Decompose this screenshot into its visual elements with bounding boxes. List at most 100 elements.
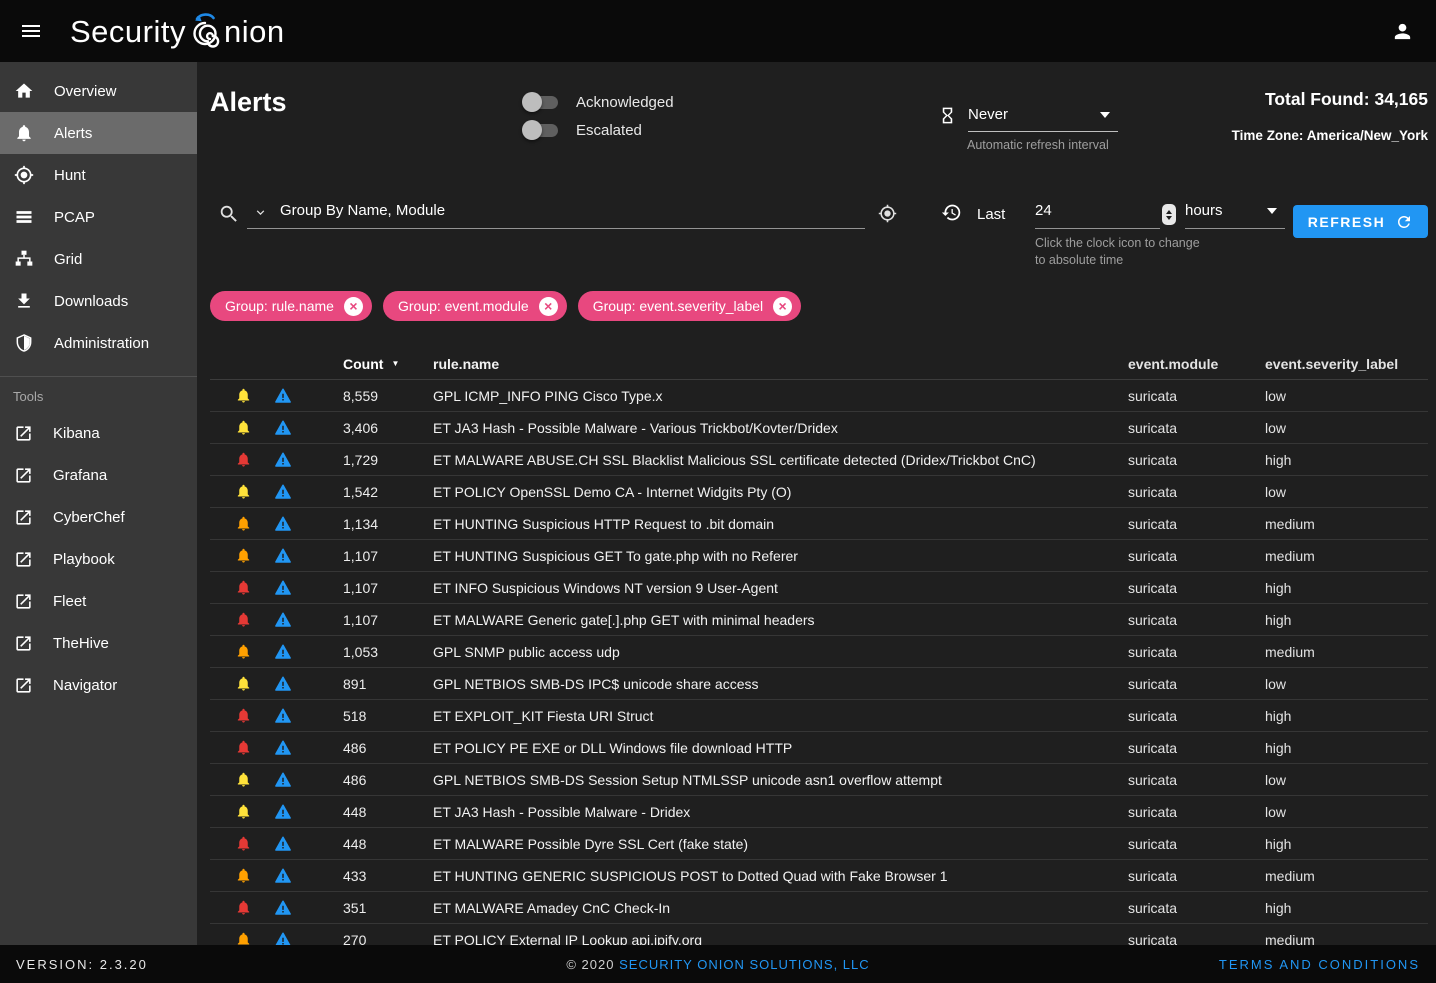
acknowledge-bell-icon[interactable]: [226, 899, 260, 916]
escalated-toggle[interactable]: [525, 124, 558, 137]
table-row[interactable]: 1,542 ET POLICY OpenSSL Demo CA - Intern…: [210, 476, 1428, 508]
table-row[interactable]: 1,134 ET HUNTING Suspicious HTTP Request…: [210, 508, 1428, 540]
column-header-count[interactable]: Count▼: [343, 356, 433, 372]
table-row[interactable]: 486 GPL NETBIOS SMB-DS Session Setup NTM…: [210, 764, 1428, 796]
time-units-select[interactable]: hours: [1185, 193, 1285, 229]
event-module-cell: suricata: [1128, 836, 1265, 852]
query-input[interactable]: [280, 202, 865, 219]
sidebar-item-administration[interactable]: Administration: [0, 322, 197, 364]
acknowledge-bell-icon[interactable]: [226, 451, 260, 468]
chip-close-icon[interactable]: ×: [539, 297, 558, 316]
history-clock-icon[interactable]: [941, 202, 962, 223]
acknowledge-bell-icon[interactable]: [226, 643, 260, 660]
alert-drilldown-triangle-icon[interactable]: [266, 451, 300, 469]
acknowledge-bell-icon[interactable]: [226, 739, 260, 756]
acknowledge-bell-icon[interactable]: [226, 771, 260, 788]
sidebar-tool-item[interactable]: Navigator: [0, 664, 197, 706]
acknowledge-bell-icon[interactable]: [226, 547, 260, 564]
table-row[interactable]: 1,107 ET MALWARE Generic gate[.].php GET…: [210, 604, 1428, 636]
table-row[interactable]: 270 ET POLICY External IP Lookup api.ipi…: [210, 924, 1428, 945]
alert-drilldown-triangle-icon[interactable]: [266, 579, 300, 597]
sidebar-item-overview[interactable]: Overview: [0, 70, 197, 112]
clock-stepper-icon[interactable]: [1162, 204, 1176, 225]
table-row[interactable]: 486 ET POLICY PE EXE or DLL Windows file…: [210, 732, 1428, 764]
table-row[interactable]: 8,559 GPL ICMP_INFO PING Cisco Type.x su…: [210, 380, 1428, 412]
table-row[interactable]: 891 GPL NETBIOS SMB-DS IPC$ unicode shar…: [210, 668, 1428, 700]
table-row[interactable]: 1,729 ET MALWARE ABUSE.CH SSL Blacklist …: [210, 444, 1428, 476]
column-header-rule-name[interactable]: rule.name: [433, 356, 1128, 372]
sidebar-tool-item[interactable]: TheHive: [0, 622, 197, 664]
alert-drilldown-triangle-icon[interactable]: [266, 803, 300, 821]
quick-filter-crosshair-icon[interactable]: [878, 204, 897, 223]
acknowledge-bell-icon[interactable]: [226, 387, 260, 404]
duration-input[interactable]: [1035, 202, 1160, 219]
table-row[interactable]: 448 ET MALWARE Possible Dyre SSL Cert (f…: [210, 828, 1428, 860]
sidebar-tool-item[interactable]: Kibana: [0, 412, 197, 454]
table-row[interactable]: 448 ET JA3 Hash - Possible Malware - Dri…: [210, 796, 1428, 828]
acknowledge-bell-icon[interactable]: [226, 515, 260, 532]
hamburger-menu-icon[interactable]: [12, 12, 50, 50]
alert-drilldown-triangle-icon[interactable]: [266, 867, 300, 885]
alert-drilldown-triangle-icon[interactable]: [266, 739, 300, 757]
acknowledge-bell-icon[interactable]: [226, 867, 260, 884]
alert-drilldown-triangle-icon[interactable]: [266, 771, 300, 789]
alert-drilldown-triangle-icon[interactable]: [266, 387, 300, 405]
column-header-event-module[interactable]: event.module: [1128, 356, 1265, 372]
query-dropdown-chevron-icon[interactable]: [253, 205, 268, 220]
terms-and-conditions-link[interactable]: TERMS AND CONDITIONS: [1090, 957, 1420, 972]
acknowledge-bell-icon[interactable]: [226, 931, 260, 945]
sidebar-item-hunt[interactable]: Hunt: [0, 154, 197, 196]
acknowledge-bell-icon[interactable]: [226, 803, 260, 820]
severity-label-cell: medium: [1265, 548, 1428, 564]
sidebar-item-alerts[interactable]: Alerts: [0, 112, 197, 154]
acknowledge-bell-icon[interactable]: [226, 611, 260, 628]
alert-drilldown-triangle-icon[interactable]: [266, 611, 300, 629]
refresh-interval-select[interactable]: Never: [968, 106, 1118, 132]
chip-close-icon[interactable]: ×: [773, 297, 792, 316]
acknowledge-bell-icon[interactable]: [226, 835, 260, 852]
external-link-icon: [14, 634, 33, 653]
copyright-company-link[interactable]: SECURITY ONION SOLUTIONS, LLC: [619, 957, 870, 972]
alert-drilldown-triangle-icon[interactable]: [266, 931, 300, 946]
acknowledged-toggle[interactable]: [525, 96, 558, 109]
alert-drilldown-triangle-icon[interactable]: [266, 835, 300, 853]
search-icon[interactable]: [218, 203, 240, 225]
alert-drilldown-triangle-icon[interactable]: [266, 643, 300, 661]
sidebar-tool-item[interactable]: Fleet: [0, 580, 197, 622]
group-chip[interactable]: Group: rule.name ×: [210, 291, 372, 321]
sidebar-tool-item[interactable]: Playbook: [0, 538, 197, 580]
table-row[interactable]: 433 ET HUNTING GENERIC SUSPICIOUS POST t…: [210, 860, 1428, 892]
table-row[interactable]: 518 ET EXPLOIT_KIT Fiesta URI Struct sur…: [210, 700, 1428, 732]
table-row[interactable]: 351 ET MALWARE Amadey CnC Check-In suric…: [210, 892, 1428, 924]
refresh-arrows-icon: [1395, 213, 1413, 231]
alert-drilldown-triangle-icon[interactable]: [266, 515, 300, 533]
column-header-severity-label[interactable]: event.severity_label: [1265, 356, 1428, 372]
alert-drilldown-triangle-icon[interactable]: [266, 547, 300, 565]
sidebar-tool-item[interactable]: Grafana: [0, 454, 197, 496]
refresh-button[interactable]: REFRESH: [1293, 205, 1428, 238]
alert-drilldown-triangle-icon[interactable]: [266, 899, 300, 917]
acknowledge-bell-icon[interactable]: [226, 483, 260, 500]
acknowledge-bell-icon[interactable]: [226, 579, 260, 596]
alert-drilldown-triangle-icon[interactable]: [266, 419, 300, 437]
sidebar-tool-item[interactable]: CyberChef: [0, 496, 197, 538]
table-row[interactable]: 1,053 GPL SNMP public access udp suricat…: [210, 636, 1428, 668]
brand-logo[interactable]: Security nion: [70, 10, 285, 52]
sidebar-item-grid[interactable]: Grid: [0, 238, 197, 280]
download-icon: [14, 291, 34, 311]
alert-drilldown-triangle-icon[interactable]: [266, 707, 300, 725]
table-row[interactable]: 1,107 ET HUNTING Suspicious GET To gate.…: [210, 540, 1428, 572]
chip-close-icon[interactable]: ×: [344, 297, 363, 316]
acknowledge-bell-icon[interactable]: [226, 419, 260, 436]
acknowledge-bell-icon[interactable]: [226, 675, 260, 692]
sidebar-item-downloads[interactable]: Downloads: [0, 280, 197, 322]
sidebar-item-pcap[interactable]: PCAP: [0, 196, 197, 238]
user-account-icon[interactable]: [1384, 13, 1420, 49]
acknowledge-bell-icon[interactable]: [226, 707, 260, 724]
alert-drilldown-triangle-icon[interactable]: [266, 675, 300, 693]
table-row[interactable]: 1,107 ET INFO Suspicious Windows NT vers…: [210, 572, 1428, 604]
table-row[interactable]: 3,406 ET JA3 Hash - Possible Malware - V…: [210, 412, 1428, 444]
group-chip[interactable]: Group: event.severity_label ×: [578, 291, 801, 321]
group-chip[interactable]: Group: event.module ×: [383, 291, 567, 321]
alert-drilldown-triangle-icon[interactable]: [266, 483, 300, 501]
